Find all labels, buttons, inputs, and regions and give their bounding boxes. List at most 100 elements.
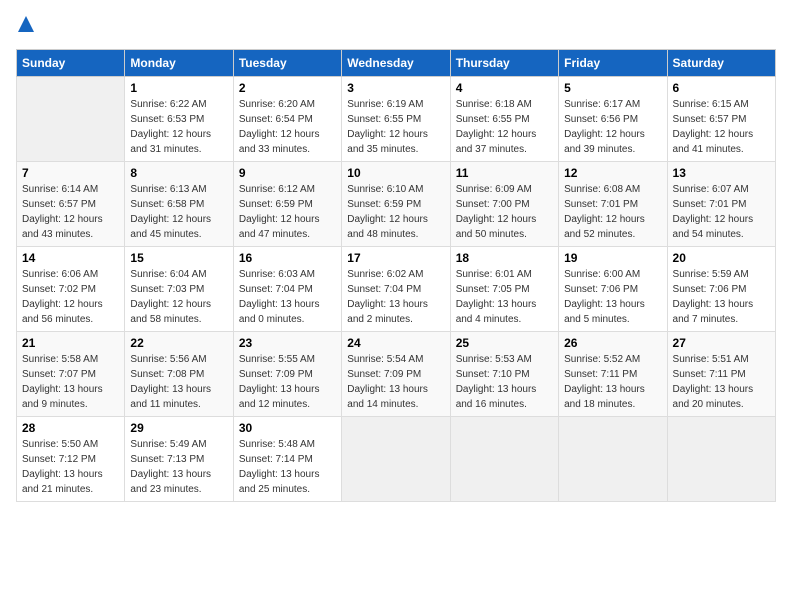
day-number: 13 xyxy=(673,166,770,180)
sunset-text: Sunset: 7:03 PM xyxy=(130,284,204,295)
sunrise-text: Sunrise: 5:51 AM xyxy=(673,354,749,365)
sunrise-text: Sunrise: 5:56 AM xyxy=(130,354,206,365)
day-info: Sunrise: 6:08 AM Sunset: 7:01 PM Dayligh… xyxy=(564,182,661,242)
calendar-week-row: 1 Sunrise: 6:22 AM Sunset: 6:53 PM Dayli… xyxy=(17,77,776,162)
day-number: 17 xyxy=(347,251,444,265)
calendar-cell: 15 Sunrise: 6:04 AM Sunset: 7:03 PM Dayl… xyxy=(125,247,233,332)
day-number: 6 xyxy=(673,81,770,95)
calendar-week-row: 21 Sunrise: 5:58 AM Sunset: 7:07 PM Dayl… xyxy=(17,332,776,417)
sunrise-text: Sunrise: 6:10 AM xyxy=(347,184,423,195)
day-info: Sunrise: 6:19 AM Sunset: 6:55 PM Dayligh… xyxy=(347,97,444,157)
sunrise-text: Sunrise: 6:07 AM xyxy=(673,184,749,195)
day-info: Sunrise: 6:22 AM Sunset: 6:53 PM Dayligh… xyxy=(130,97,227,157)
day-number: 22 xyxy=(130,336,227,350)
sunset-text: Sunset: 7:09 PM xyxy=(347,369,421,380)
daylight-text: Daylight: 13 hours and 4 minutes. xyxy=(456,299,537,325)
sunrise-text: Sunrise: 5:54 AM xyxy=(347,354,423,365)
daylight-text: Daylight: 12 hours and 52 minutes. xyxy=(564,214,645,240)
sunrise-text: Sunrise: 6:20 AM xyxy=(239,99,315,110)
sunset-text: Sunset: 6:58 PM xyxy=(130,199,204,210)
daylight-text: Daylight: 13 hours and 23 minutes. xyxy=(130,469,211,495)
sunset-text: Sunset: 6:55 PM xyxy=(456,114,530,125)
calendar-cell: 29 Sunrise: 5:49 AM Sunset: 7:13 PM Dayl… xyxy=(125,417,233,502)
day-info: Sunrise: 6:00 AM Sunset: 7:06 PM Dayligh… xyxy=(564,267,661,327)
sunrise-text: Sunrise: 5:49 AM xyxy=(130,439,206,450)
sunrise-text: Sunrise: 6:12 AM xyxy=(239,184,315,195)
calendar-cell: 8 Sunrise: 6:13 AM Sunset: 6:58 PM Dayli… xyxy=(125,162,233,247)
sunset-text: Sunset: 6:55 PM xyxy=(347,114,421,125)
day-number: 19 xyxy=(564,251,661,265)
col-header-tuesday: Tuesday xyxy=(233,50,341,77)
daylight-text: Daylight: 13 hours and 7 minutes. xyxy=(673,299,754,325)
calendar-cell: 17 Sunrise: 6:02 AM Sunset: 7:04 PM Dayl… xyxy=(342,247,450,332)
calendar-cell: 5 Sunrise: 6:17 AM Sunset: 6:56 PM Dayli… xyxy=(559,77,667,162)
calendar-cell: 1 Sunrise: 6:22 AM Sunset: 6:53 PM Dayli… xyxy=(125,77,233,162)
day-info: Sunrise: 6:14 AM Sunset: 6:57 PM Dayligh… xyxy=(22,182,119,242)
calendar-cell: 2 Sunrise: 6:20 AM Sunset: 6:54 PM Dayli… xyxy=(233,77,341,162)
daylight-text: Daylight: 13 hours and 0 minutes. xyxy=(239,299,320,325)
sunset-text: Sunset: 6:54 PM xyxy=(239,114,313,125)
day-number: 20 xyxy=(673,251,770,265)
day-info: Sunrise: 5:53 AM Sunset: 7:10 PM Dayligh… xyxy=(456,352,553,412)
calendar-cell: 23 Sunrise: 5:55 AM Sunset: 7:09 PM Dayl… xyxy=(233,332,341,417)
day-number: 23 xyxy=(239,336,336,350)
day-number: 21 xyxy=(22,336,119,350)
day-info: Sunrise: 5:55 AM Sunset: 7:09 PM Dayligh… xyxy=(239,352,336,412)
daylight-text: Daylight: 12 hours and 43 minutes. xyxy=(22,214,103,240)
daylight-text: Daylight: 12 hours and 39 minutes. xyxy=(564,129,645,155)
sunrise-text: Sunrise: 6:22 AM xyxy=(130,99,206,110)
calendar-cell: 16 Sunrise: 6:03 AM Sunset: 7:04 PM Dayl… xyxy=(233,247,341,332)
day-number: 1 xyxy=(130,81,227,95)
day-number: 2 xyxy=(239,81,336,95)
logo-icon xyxy=(18,16,34,32)
calendar-cell xyxy=(450,417,558,502)
day-info: Sunrise: 6:10 AM Sunset: 6:59 PM Dayligh… xyxy=(347,182,444,242)
calendar-cell: 25 Sunrise: 5:53 AM Sunset: 7:10 PM Dayl… xyxy=(450,332,558,417)
day-info: Sunrise: 6:18 AM Sunset: 6:55 PM Dayligh… xyxy=(456,97,553,157)
calendar-cell: 26 Sunrise: 5:52 AM Sunset: 7:11 PM Dayl… xyxy=(559,332,667,417)
calendar-week-row: 28 Sunrise: 5:50 AM Sunset: 7:12 PM Dayl… xyxy=(17,417,776,502)
day-info: Sunrise: 5:54 AM Sunset: 7:09 PM Dayligh… xyxy=(347,352,444,412)
sunrise-text: Sunrise: 6:09 AM xyxy=(456,184,532,195)
calendar-week-row: 14 Sunrise: 6:06 AM Sunset: 7:02 PM Dayl… xyxy=(17,247,776,332)
day-info: Sunrise: 6:09 AM Sunset: 7:00 PM Dayligh… xyxy=(456,182,553,242)
sunset-text: Sunset: 6:56 PM xyxy=(564,114,638,125)
col-header-sunday: Sunday xyxy=(17,50,125,77)
daylight-text: Daylight: 12 hours and 35 minutes. xyxy=(347,129,428,155)
sunset-text: Sunset: 7:05 PM xyxy=(456,284,530,295)
calendar-cell: 7 Sunrise: 6:14 AM Sunset: 6:57 PM Dayli… xyxy=(17,162,125,247)
calendar-cell: 30 Sunrise: 5:48 AM Sunset: 7:14 PM Dayl… xyxy=(233,417,341,502)
day-number: 26 xyxy=(564,336,661,350)
calendar-cell: 19 Sunrise: 6:00 AM Sunset: 7:06 PM Dayl… xyxy=(559,247,667,332)
day-info: Sunrise: 6:07 AM Sunset: 7:01 PM Dayligh… xyxy=(673,182,770,242)
daylight-text: Daylight: 13 hours and 11 minutes. xyxy=(130,384,211,410)
sunrise-text: Sunrise: 6:17 AM xyxy=(564,99,640,110)
sunrise-text: Sunrise: 5:58 AM xyxy=(22,354,98,365)
calendar-cell: 6 Sunrise: 6:15 AM Sunset: 6:57 PM Dayli… xyxy=(667,77,775,162)
day-info: Sunrise: 5:49 AM Sunset: 7:13 PM Dayligh… xyxy=(130,437,227,497)
sunrise-text: Sunrise: 6:03 AM xyxy=(239,269,315,280)
daylight-text: Daylight: 13 hours and 21 minutes. xyxy=(22,469,103,495)
day-number: 30 xyxy=(239,421,336,435)
daylight-text: Daylight: 12 hours and 50 minutes. xyxy=(456,214,537,240)
sunrise-text: Sunrise: 5:53 AM xyxy=(456,354,532,365)
calendar-cell: 18 Sunrise: 6:01 AM Sunset: 7:05 PM Dayl… xyxy=(450,247,558,332)
sunrise-text: Sunrise: 6:06 AM xyxy=(22,269,98,280)
col-header-saturday: Saturday xyxy=(667,50,775,77)
calendar-cell: 11 Sunrise: 6:09 AM Sunset: 7:00 PM Dayl… xyxy=(450,162,558,247)
day-info: Sunrise: 5:48 AM Sunset: 7:14 PM Dayligh… xyxy=(239,437,336,497)
sunset-text: Sunset: 7:00 PM xyxy=(456,199,530,210)
day-info: Sunrise: 5:50 AM Sunset: 7:12 PM Dayligh… xyxy=(22,437,119,497)
sunset-text: Sunset: 7:04 PM xyxy=(239,284,313,295)
day-number: 9 xyxy=(239,166,336,180)
calendar-cell: 12 Sunrise: 6:08 AM Sunset: 7:01 PM Dayl… xyxy=(559,162,667,247)
day-number: 11 xyxy=(456,166,553,180)
col-header-friday: Friday xyxy=(559,50,667,77)
sunset-text: Sunset: 7:02 PM xyxy=(22,284,96,295)
calendar-cell: 9 Sunrise: 6:12 AM Sunset: 6:59 PM Dayli… xyxy=(233,162,341,247)
daylight-text: Daylight: 13 hours and 20 minutes. xyxy=(673,384,754,410)
day-info: Sunrise: 6:02 AM Sunset: 7:04 PM Dayligh… xyxy=(347,267,444,327)
sunrise-text: Sunrise: 5:55 AM xyxy=(239,354,315,365)
calendar-cell xyxy=(667,417,775,502)
calendar-cell: 21 Sunrise: 5:58 AM Sunset: 7:07 PM Dayl… xyxy=(17,332,125,417)
